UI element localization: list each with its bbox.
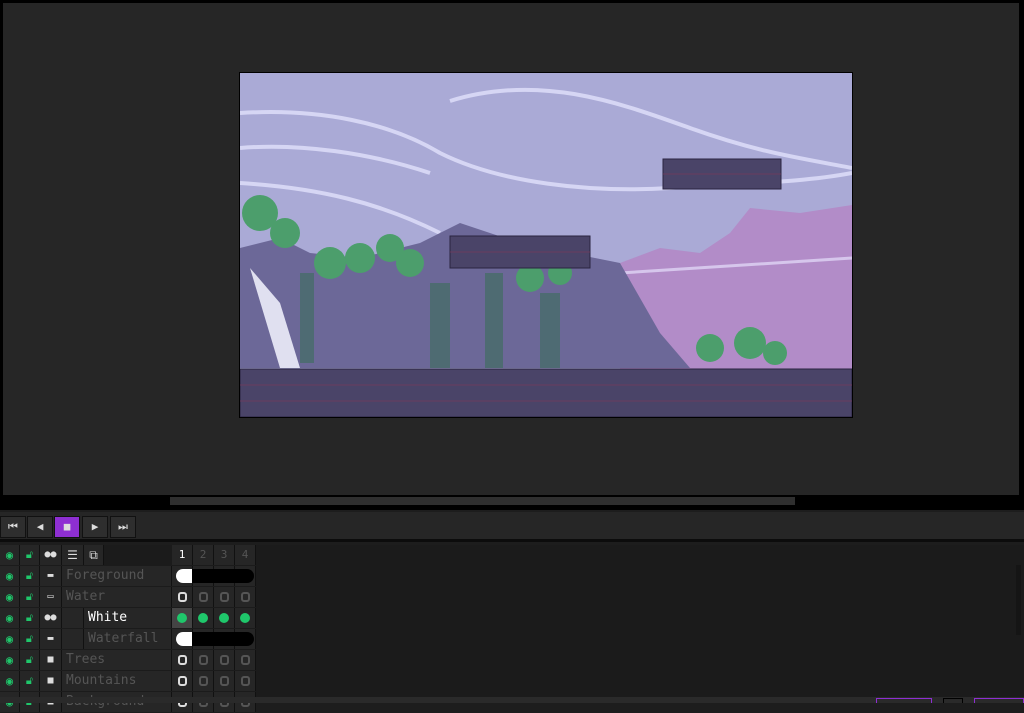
- cel[interactable]: [214, 608, 235, 628]
- cel-empty-icon: [198, 676, 208, 686]
- indent: [62, 629, 84, 649]
- status-button[interactable]: [876, 698, 932, 703]
- layer-type-icon[interactable]: ▭: [40, 587, 62, 607]
- horizontal-scrollbar[interactable]: [3, 497, 1015, 506]
- layer-name[interactable]: Water: [62, 587, 172, 607]
- playback-toolbar: ⏮ ◀ ■ ▶ ⏭: [0, 512, 1024, 542]
- cel[interactable]: [235, 650, 256, 670]
- layer-row[interactable]: ◉ 🔓︎ ●● White: [0, 608, 258, 629]
- indent: [62, 608, 84, 628]
- timeline-scrollbar[interactable]: [1016, 565, 1021, 635]
- cel[interactable]: [172, 587, 193, 607]
- lock-icon[interactable]: 🔓︎: [20, 671, 40, 691]
- cel[interactable]: [172, 608, 193, 628]
- cel-empty-icon: [198, 655, 208, 665]
- cel[interactable]: [235, 587, 256, 607]
- layer-name[interactable]: Foreground: [62, 566, 172, 586]
- layer-name[interactable]: Mountains: [62, 671, 172, 691]
- status-button[interactable]: [943, 698, 963, 703]
- frame-header-3[interactable]: 3: [214, 545, 235, 565]
- previous-frame-button[interactable]: ◀: [27, 516, 53, 538]
- cel-empty-icon: [177, 655, 187, 665]
- status-button[interactable]: [974, 698, 1024, 703]
- pixel-art-scene: [240, 73, 852, 417]
- layer-row[interactable]: ◉ 🔓︎ ▬ Foreground: [0, 566, 258, 587]
- cel-filled-icon: [219, 613, 229, 623]
- continuous-icon[interactable]: ●●: [40, 545, 62, 565]
- layer-type-icon[interactable]: ■: [40, 671, 62, 691]
- cel-empty-icon: [177, 592, 187, 602]
- cel-empty-icon: [240, 592, 250, 602]
- layer-row[interactable]: ◉ 🔓︎ ▭ Water: [0, 587, 258, 608]
- cel[interactable]: [214, 671, 235, 691]
- cel-empty-icon: [219, 655, 229, 665]
- cel[interactable]: [172, 671, 193, 691]
- layer-name[interactable]: Trees: [62, 650, 172, 670]
- cel-filled-icon: [177, 613, 187, 623]
- cel-empty-icon: [240, 676, 250, 686]
- cel-filled-icon: [240, 613, 250, 623]
- eye-icon[interactable]: ◉: [0, 608, 20, 628]
- editor-workspace[interactable]: [3, 3, 1019, 495]
- layer-row[interactable]: ◉ 🔓︎ ■ Mountains: [0, 671, 258, 692]
- linked-cels[interactable]: [176, 569, 254, 583]
- layer-row[interactable]: ◉ 🔓︎ ■ Trees: [0, 650, 258, 671]
- cel-empty-icon: [240, 655, 250, 665]
- linked-cels[interactable]: [176, 632, 254, 646]
- cel[interactable]: [235, 608, 256, 628]
- lock-icon[interactable]: 🔓︎: [20, 587, 40, 607]
- status-bar: [0, 697, 1024, 703]
- cel-empty-icon: [177, 676, 187, 686]
- eye-icon[interactable]: ◉: [0, 587, 20, 607]
- layer-name[interactable]: White: [84, 608, 172, 628]
- cel[interactable]: [193, 650, 214, 670]
- last-frame-button[interactable]: ⏭: [110, 516, 136, 538]
- eye-icon[interactable]: ◉: [0, 671, 20, 691]
- cel[interactable]: [193, 608, 214, 628]
- stop-button[interactable]: ■: [54, 516, 80, 538]
- eye-icon[interactable]: ◉: [0, 545, 20, 565]
- eye-icon[interactable]: ◉: [0, 650, 20, 670]
- last-frame-icon: ⏭: [118, 520, 128, 533]
- layer-row[interactable]: ◉ 🔓︎ ▬ Waterfall: [0, 629, 258, 650]
- timeline: ◉ 🔓︎ ●● ☰ ⧉ 1 2 3 4 ◉ 🔓︎ ▬ Foreground ◉ 🔓︎…: [0, 545, 1024, 712]
- sprite-editor: [0, 0, 1024, 510]
- lock-icon[interactable]: 🔓︎: [20, 608, 40, 628]
- layer-type-icon[interactable]: ▬: [40, 629, 62, 649]
- layer-type-icon[interactable]: ▬: [40, 566, 62, 586]
- next-frame-icon: ▶: [91, 520, 99, 533]
- next-frame-button[interactable]: ▶: [82, 516, 108, 538]
- frame-header-2[interactable]: 2: [193, 545, 214, 565]
- timeline-header: ◉ 🔓︎ ●● ☰ ⧉ 1 2 3 4: [0, 545, 258, 566]
- onion-skin-icon[interactable]: ⧉: [84, 545, 104, 565]
- eye-icon[interactable]: ◉: [0, 629, 20, 649]
- layer-name[interactable]: Waterfall: [84, 629, 172, 649]
- cel-empty-icon: [198, 592, 208, 602]
- cel[interactable]: [235, 671, 256, 691]
- scrollbar-thumb[interactable]: [170, 497, 795, 505]
- layer-type-icon[interactable]: ■: [40, 650, 62, 670]
- stop-icon: ■: [63, 520, 71, 533]
- lock-icon[interactable]: 🔓︎: [20, 650, 40, 670]
- cel[interactable]: [214, 587, 235, 607]
- first-frame-icon: ⏮: [8, 520, 18, 533]
- layer-properties-icon[interactable]: ☰: [62, 545, 84, 565]
- lock-icon[interactable]: 🔓︎: [20, 629, 40, 649]
- cel-filled-icon: [198, 613, 208, 623]
- previous-frame-icon: ◀: [36, 520, 44, 533]
- first-frame-button[interactable]: ⏮: [0, 516, 26, 538]
- cel[interactable]: [214, 650, 235, 670]
- frame-header-1[interactable]: 1: [172, 545, 193, 565]
- lock-icon[interactable]: 🔓︎: [20, 545, 40, 565]
- cel[interactable]: [172, 650, 193, 670]
- lock-icon[interactable]: 🔓︎: [20, 566, 40, 586]
- cel-empty-icon: [219, 592, 229, 602]
- cel[interactable]: [193, 587, 214, 607]
- sprite-canvas[interactable]: [239, 72, 853, 418]
- layer-type-icon[interactable]: ●●: [40, 608, 62, 628]
- frame-header-4[interactable]: 4: [235, 545, 256, 565]
- cel-empty-icon: [219, 676, 229, 686]
- eye-icon[interactable]: ◉: [0, 566, 20, 586]
- cel[interactable]: [193, 671, 214, 691]
